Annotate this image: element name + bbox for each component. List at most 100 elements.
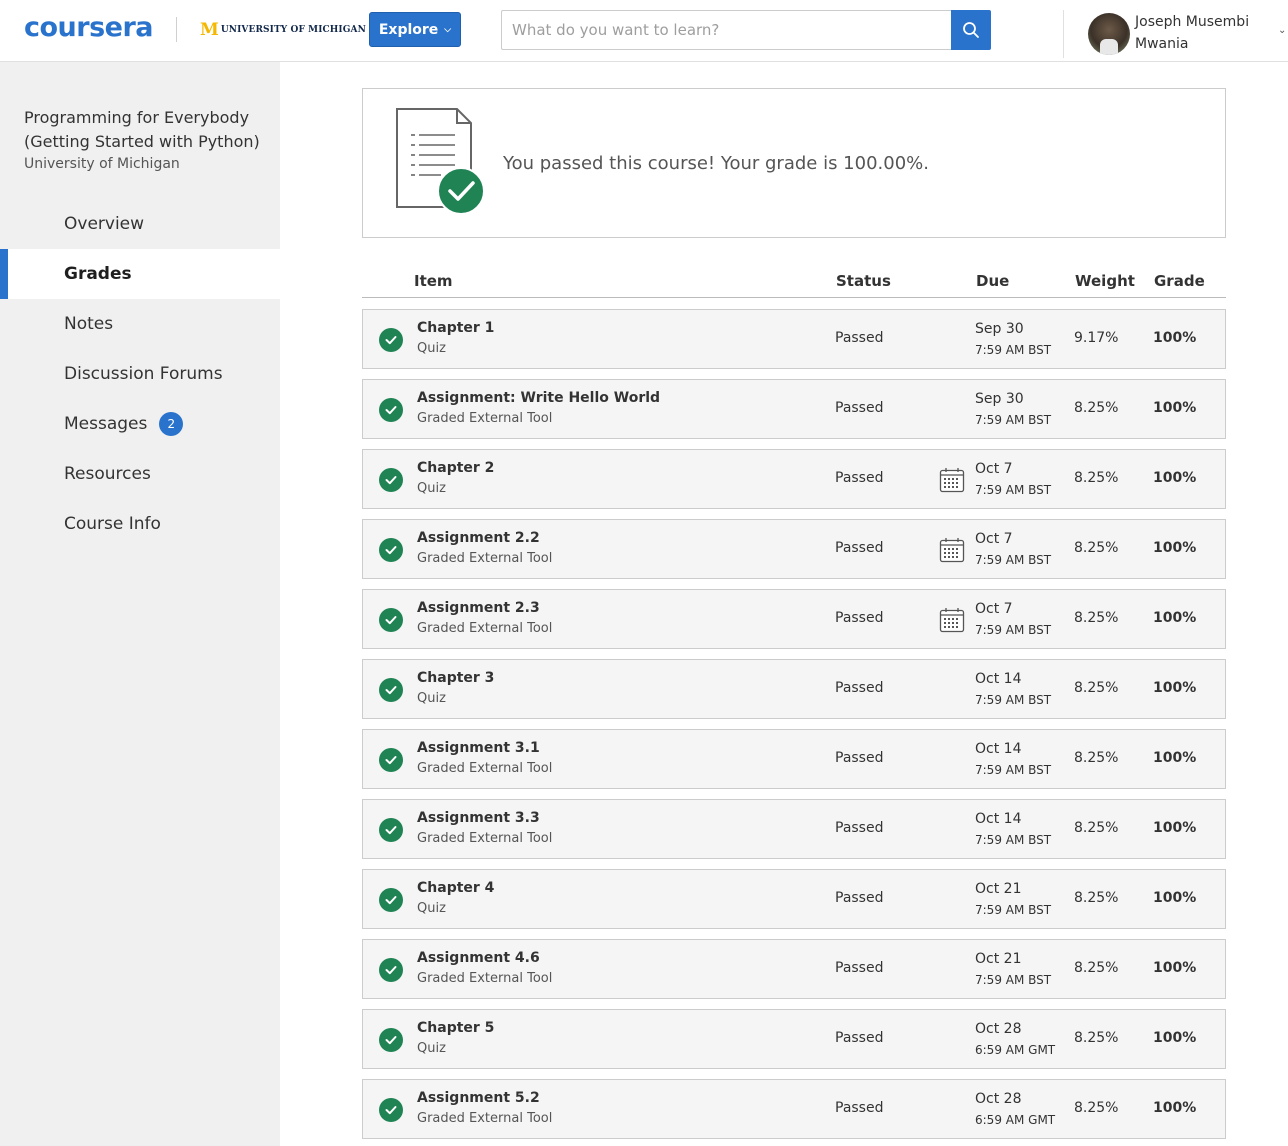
check-circle-icon	[379, 1028, 403, 1052]
item-grade: 100%	[1153, 470, 1197, 486]
table-row[interactable]: Assignment: Write Hello World Graded Ext…	[362, 379, 1226, 439]
due-date: Oct 28	[975, 1021, 1022, 1037]
table-row[interactable]: Assignment 2.3 Graded External Tool Pass…	[362, 589, 1226, 649]
due-time: 6:59 AM GMT	[975, 1113, 1056, 1127]
logo-divider	[176, 17, 177, 42]
item-weight: 8.25%	[1074, 1030, 1119, 1046]
due-time: 7:59 AM BST	[975, 693, 1052, 707]
item-grade: 100%	[1153, 1030, 1197, 1046]
item-type: Graded External Tool	[417, 551, 553, 566]
explore-button[interactable]: Explore ⌵	[369, 12, 461, 47]
item-weight: 8.25%	[1074, 820, 1119, 836]
item-type: Graded External Tool	[417, 831, 553, 846]
check-circle-icon	[379, 398, 403, 422]
sidebar-item-label: Messages	[64, 414, 148, 434]
item-status: Passed	[835, 960, 884, 976]
partner-logo[interactable]: M UNIVERSITY OF MICHIGAN	[200, 20, 366, 40]
item-type: Graded External Tool	[417, 621, 553, 636]
item-name[interactable]: Assignment: Write Hello World	[417, 390, 660, 406]
document-check-icon	[396, 108, 485, 215]
item-name[interactable]: Chapter 5	[417, 1020, 494, 1036]
sidebar-item-discussion-forums[interactable]: Discussion Forums	[0, 349, 280, 399]
course-org: University of Michigan	[24, 156, 180, 172]
due-time: 7:59 AM BST	[975, 553, 1052, 567]
item-name[interactable]: Assignment 3.3	[417, 810, 540, 826]
table-row[interactable]: Assignment 3.1 Graded External Tool Pass…	[362, 729, 1226, 789]
due-time: 7:59 AM BST	[975, 973, 1052, 987]
check-circle-icon	[379, 958, 403, 982]
sidebar-item-messages[interactable]: Messages 2	[0, 399, 280, 449]
coursera-logo[interactable]: coursera	[24, 12, 154, 43]
item-status: Passed	[835, 680, 884, 696]
sidebar-item-label: Grades	[64, 264, 132, 284]
search-input[interactable]	[501, 10, 951, 50]
item-type: Graded External Tool	[417, 971, 553, 986]
item-name[interactable]: Assignment 2.3	[417, 600, 540, 616]
sidebar-item-course-info[interactable]: Course Info	[0, 499, 280, 549]
item-name[interactable]: Assignment 4.6	[417, 950, 540, 966]
item-weight: 8.25%	[1074, 470, 1119, 486]
item-weight: 8.25%	[1074, 680, 1119, 696]
due-time: 7:59 AM BST	[975, 343, 1052, 357]
item-name[interactable]: Chapter 2	[417, 460, 494, 476]
item-name[interactable]: Assignment 3.1	[417, 740, 540, 756]
messages-count-badge: 2	[159, 412, 184, 436]
table-row[interactable]: Chapter 1 Quiz Passed Sep 30 7:59 AM BST…	[362, 309, 1226, 369]
item-weight: 8.25%	[1074, 540, 1119, 556]
sidebar-item-label: Course Info	[64, 514, 161, 534]
calendar-icon[interactable]	[939, 467, 965, 493]
explore-label: Explore	[378, 21, 439, 38]
sidebar-item-grades[interactable]: Grades	[0, 249, 280, 299]
due-date: Sep 30	[975, 391, 1024, 407]
item-name[interactable]: Assignment 2.2	[417, 530, 540, 546]
item-type: Graded External Tool	[417, 411, 553, 426]
due-time: 7:59 AM BST	[975, 763, 1052, 777]
partner-initial: M	[200, 20, 219, 40]
table-row[interactable]: Chapter 2 Quiz Passed Oct 7 7:59 AM BST …	[362, 449, 1226, 509]
check-circle-icon	[379, 748, 403, 772]
item-name[interactable]: Chapter 4	[417, 880, 494, 896]
avatar[interactable]	[1088, 13, 1130, 55]
item-status: Passed	[835, 470, 884, 486]
table-row[interactable]: Assignment 5.2 Graded External Tool Pass…	[362, 1079, 1226, 1139]
user-menu-chevron-icon[interactable]: ⌄	[1278, 25, 1286, 36]
course-passed-message: You passed this course! Your grade is 10…	[503, 153, 929, 174]
course-passed-banner: You passed this course! Your grade is 10…	[362, 88, 1226, 238]
table-row[interactable]: Assignment 3.3 Graded External Tool Pass…	[362, 799, 1226, 859]
column-header-grade: Grade	[1154, 272, 1205, 290]
due-date: Oct 28	[975, 1091, 1022, 1107]
item-grade: 100%	[1153, 1100, 1197, 1116]
column-header-item: Item	[414, 272, 453, 290]
sidebar: Programming for Everybody (Getting Start…	[0, 62, 280, 1146]
check-circle-icon	[379, 1098, 403, 1122]
column-header-status: Status	[836, 272, 891, 290]
item-type: Quiz	[417, 1041, 446, 1056]
sidebar-item-notes[interactable]: Notes	[0, 299, 280, 349]
item-name[interactable]: Chapter 1	[417, 320, 494, 336]
sidebar-item-overview[interactable]: Overview	[0, 199, 280, 249]
table-row[interactable]: Assignment 2.2 Graded External Tool Pass…	[362, 519, 1226, 579]
search-button[interactable]	[951, 10, 991, 50]
item-type: Quiz	[417, 481, 446, 496]
item-grade: 100%	[1153, 820, 1197, 836]
user-divider	[1063, 10, 1064, 58]
table-row[interactable]: Chapter 4 Quiz Passed Oct 21 7:59 AM BST…	[362, 869, 1226, 929]
calendar-icon[interactable]	[939, 607, 965, 633]
item-grade: 100%	[1153, 330, 1197, 346]
user-name[interactable]: Joseph Musembi Mwania	[1135, 11, 1275, 55]
check-circle-icon	[379, 538, 403, 562]
check-circle-icon	[379, 468, 403, 492]
item-name[interactable]: Chapter 3	[417, 670, 494, 686]
due-date: Oct 21	[975, 881, 1022, 897]
item-grade: 100%	[1153, 750, 1197, 766]
course-title[interactable]: Programming for Everybody (Getting Start…	[24, 106, 264, 154]
search-icon	[963, 22, 979, 38]
item-name[interactable]: Assignment 5.2	[417, 1090, 540, 1106]
table-row[interactable]: Assignment 4.6 Graded External Tool Pass…	[362, 939, 1226, 999]
sidebar-item-resources[interactable]: Resources	[0, 449, 280, 499]
item-grade: 100%	[1153, 400, 1197, 416]
check-circle-icon	[379, 888, 403, 912]
table-row[interactable]: Chapter 5 Quiz Passed Oct 28 6:59 AM GMT…	[362, 1009, 1226, 1069]
calendar-icon[interactable]	[939, 537, 965, 563]
table-row[interactable]: Chapter 3 Quiz Passed Oct 14 7:59 AM BST…	[362, 659, 1226, 719]
